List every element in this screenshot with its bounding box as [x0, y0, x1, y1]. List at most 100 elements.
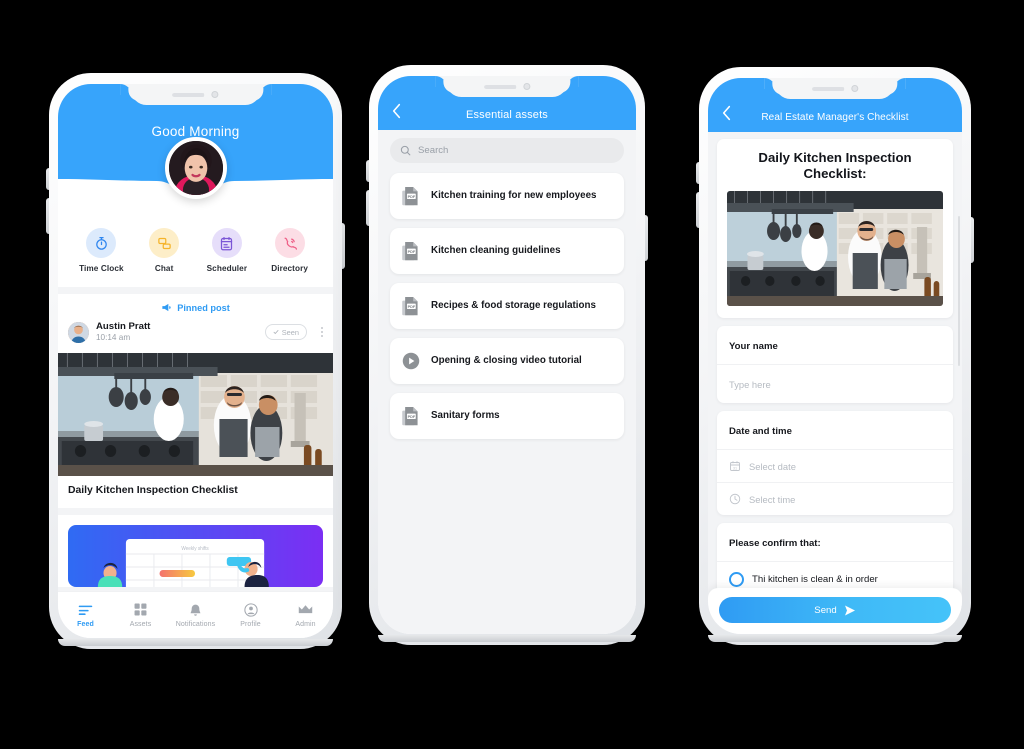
time-field[interactable]: Select time — [717, 483, 953, 515]
search-placeholder: Search — [418, 145, 449, 156]
pdf-file-icon: PDF — [402, 296, 418, 315]
stopwatch-icon — [96, 236, 107, 250]
person-circle-icon — [243, 602, 258, 617]
phone-mockup-assets: Essential assets Search PDF Kitchen trai… — [366, 65, 648, 645]
volume-down-button[interactable] — [46, 198, 49, 234]
svg-text:PDF: PDF — [408, 249, 416, 253]
pinned-post-card[interactable]: Pinned post Austin Pratt 10:14 am Seen D… — [58, 294, 333, 508]
author-avatar-image — [68, 321, 89, 343]
scrollbar[interactable] — [958, 216, 960, 366]
svg-text:PDF: PDF — [408, 414, 416, 418]
form-image — [727, 191, 943, 307]
list-item[interactable]: PDF Sanitary forms — [390, 393, 624, 439]
svg-text:31: 31 — [733, 466, 737, 470]
field-placeholder: Select time — [749, 493, 796, 505]
phone2-screen: Essential assets Search PDF Kitchen trai… — [378, 76, 636, 634]
confirm-section: Please confirm that: Thi kitchen is clea… — [717, 523, 953, 598]
volume-down-button[interactable] — [366, 190, 369, 226]
asset-title: Sanitary forms — [431, 410, 500, 422]
sidebar-item-feed[interactable]: Feed — [59, 602, 113, 628]
phone3-screen: Real Estate Manager's Checklist Daily Ki… — [708, 78, 962, 634]
quick-action-scheduler[interactable]: Scheduler — [196, 228, 258, 273]
quick-action-label: Chat — [154, 264, 174, 273]
name-field[interactable]: Type here — [717, 365, 953, 403]
back-button[interactable] — [721, 105, 732, 126]
earpiece-speaker-icon — [484, 84, 516, 89]
date-field[interactable]: 31 Select date — [717, 450, 953, 484]
chevron-left-icon — [392, 103, 401, 119]
list-item[interactable]: Opening & closing video tutorial — [390, 338, 624, 384]
clipboard-calendar-icon — [221, 236, 233, 250]
asset-title: Recipes & food storage regulations — [431, 300, 596, 312]
page-title: Essential assets — [466, 109, 548, 121]
field-placeholder: Type here — [729, 379, 771, 391]
phone-notch — [775, 78, 895, 99]
tab-label: Feed — [77, 621, 94, 628]
send-label: Send — [814, 604, 837, 616]
volume-up-button[interactable] — [696, 162, 699, 184]
svg-text:PDF: PDF — [408, 304, 416, 308]
quick-action-label: Scheduler — [206, 264, 248, 273]
power-button[interactable] — [342, 223, 345, 269]
tab-label: Admin — [295, 621, 316, 628]
submit-bar: Send — [708, 588, 962, 634]
feed-list[interactable]: Pinned post Austin Pratt 10:14 am Seen D… — [58, 294, 333, 638]
confirm-option-label: Thi kitchen is clean & in order — [752, 574, 878, 586]
field-placeholder: Select date — [749, 460, 796, 472]
status-badge: Seen — [264, 324, 307, 341]
sidebar-item-assets[interactable]: Assets — [114, 602, 168, 628]
search-input[interactable]: Search — [390, 138, 624, 163]
earpiece-speaker-icon — [172, 92, 205, 97]
check-icon — [273, 330, 279, 335]
phone1-screen: Good Morning Time Clock Chat Scheduler D… — [58, 84, 333, 638]
volume-up-button[interactable] — [366, 160, 369, 182]
power-button[interactable] — [971, 217, 974, 263]
volume-down-button[interactable] — [696, 192, 699, 228]
user-photo-avatar — [168, 141, 223, 195]
section-divider — [58, 287, 333, 294]
asset-title: Opening & closing video tutorial — [431, 355, 582, 367]
list-item[interactable]: PDF Kitchen training for new employees — [390, 173, 624, 219]
send-button[interactable]: Send — [719, 597, 951, 623]
feed-post-secondary[interactable]: Weekly shifts — [58, 514, 333, 587]
power-button[interactable] — [645, 215, 648, 261]
quick-action-chat[interactable]: Chat — [133, 228, 195, 273]
pdf-file-icon: PDF — [402, 406, 418, 425]
quick-action-directory[interactable]: Directory — [259, 228, 321, 273]
kebab-menu-icon[interactable] — [314, 327, 323, 338]
sidebar-item-profile[interactable]: Profile — [224, 602, 278, 628]
svg-text:PDF: PDF — [408, 194, 416, 198]
post-illustration: Weekly shifts — [68, 524, 323, 587]
sidebar-item-admin[interactable]: Admin — [279, 602, 333, 628]
clock-icon — [729, 493, 741, 505]
earpiece-speaker-icon — [812, 86, 844, 91]
volume-up-button[interactable] — [46, 168, 49, 190]
list-item[interactable]: PDF Kitchen cleaning guidelines — [390, 228, 624, 274]
form-title: Daily Kitchen Inspection Checklist: — [758, 150, 912, 182]
back-button[interactable] — [391, 103, 402, 124]
checklist-body[interactable]: Daily Kitchen Inspection Checklist: Your… — [708, 132, 962, 634]
screenshot-canvas: Good Morning Time Clock Chat Scheduler D… — [0, 0, 1024, 749]
asset-title: Kitchen training for new employees — [431, 190, 597, 202]
author-avatar[interactable] — [68, 321, 89, 343]
list-item[interactable]: PDF Recipes & food storage regulations — [390, 283, 624, 329]
play-circle-icon — [402, 352, 420, 370]
post-header: Austin Pratt 10:14 am Seen — [58, 318, 333, 353]
radio-unchecked-icon[interactable] — [729, 572, 744, 588]
avatar[interactable] — [164, 137, 227, 199]
crown-icon — [298, 605, 313, 614]
chat-bubble-icon — [157, 237, 171, 249]
section-label: Please confirm that: — [729, 538, 821, 550]
field-label: Date and time — [729, 426, 792, 438]
assets-body: Search PDF Kitchen training for new empl… — [378, 130, 636, 634]
send-arrow-icon — [844, 605, 855, 615]
tab-label: Assets — [129, 621, 152, 628]
quick-action-time-clock[interactable]: Time Clock — [70, 228, 132, 273]
grid-squares-icon — [134, 603, 147, 616]
sidebar-item-notifications[interactable]: Notifications — [169, 602, 223, 628]
pdf-file-icon: PDF — [402, 241, 418, 260]
feed-lines-icon — [78, 605, 93, 615]
pinned-banner: Pinned post — [58, 294, 333, 318]
seen-label: Seen — [281, 327, 299, 337]
front-camera-icon — [851, 85, 858, 92]
